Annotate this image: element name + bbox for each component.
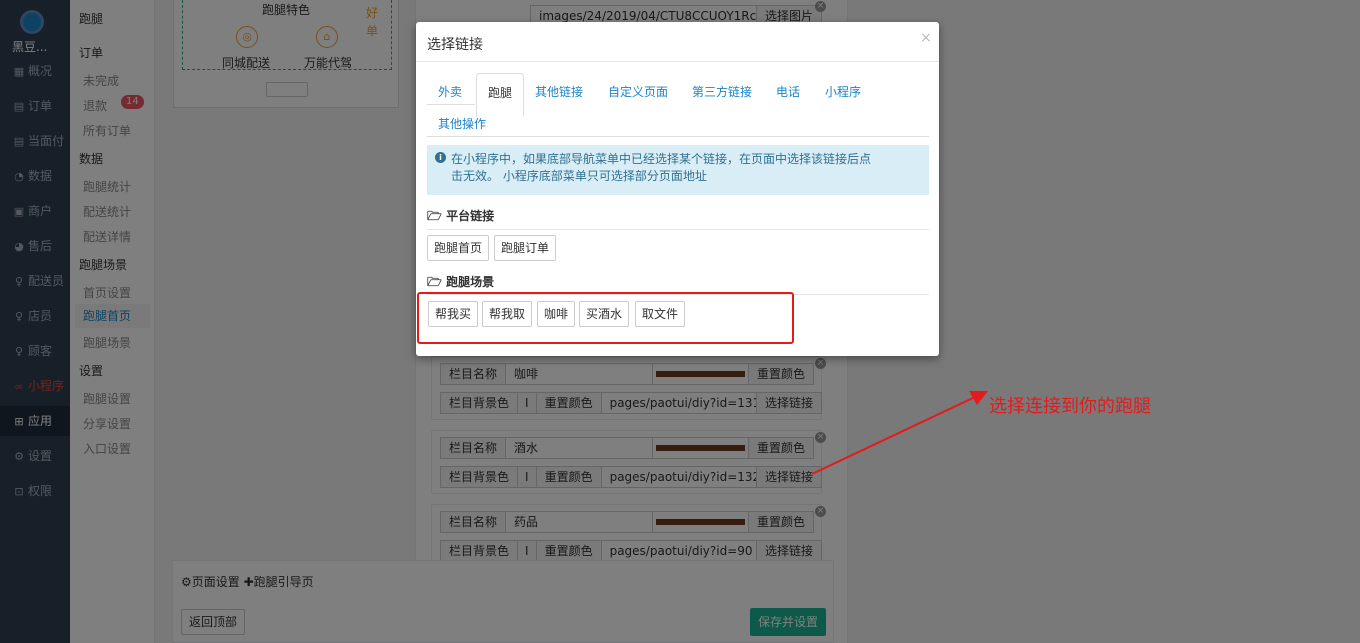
annotation-arrow [811, 391, 988, 475]
annotation-text: 选择连接到你的跑腿 [989, 396, 1151, 417]
